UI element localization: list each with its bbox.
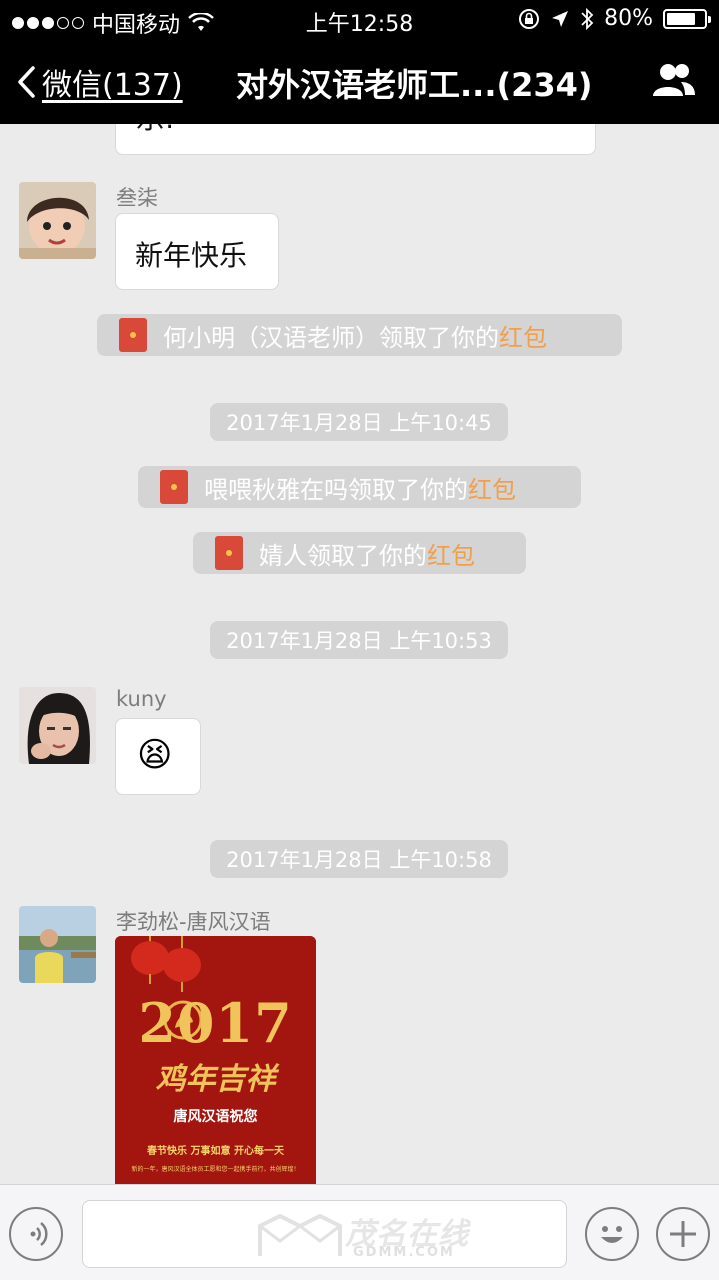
red-packet-icon: [215, 536, 243, 570]
status-bar: 中国移动 上午12:58 80%: [0, 0, 719, 40]
poster-greeting: 唐风汉语祝您: [173, 1109, 258, 1125]
avatar[interactable]: [19, 687, 96, 764]
sender-name: 李劲松-唐风汉语: [116, 910, 271, 934]
message-bubble[interactable]: 😫: [115, 718, 201, 795]
red-packet-notice: 喂喂秋雅在吗领取了你的 红包: [138, 466, 581, 508]
timestamp: 2017年1月28日 上午10:58: [210, 840, 508, 878]
emoji-button[interactable]: [585, 1207, 639, 1261]
notice-text: 何小明（汉语老师）领取了你的: [163, 323, 499, 352]
red-packet-notice: 婧人领取了你的 红包: [193, 532, 526, 574]
poster-small-text: 新的一年，唐风汉语全体员工愿和您一起携手前行，共创辉煌！: [131, 1166, 300, 1173]
image-message[interactable]: 2017 鸡年吉祥 唐风汉语祝您 春节快乐 万事如意 开心每一天 新的一年，唐风…: [115, 936, 316, 1184]
message-input[interactable]: 茂名在线 GDMM.COM: [82, 1200, 567, 1268]
battery-percent: 80%: [604, 6, 653, 31]
avatar[interactable]: [19, 906, 96, 983]
watermark-logo: [258, 1213, 342, 1256]
notice-text: 喂喂秋雅在吗领取了你的: [204, 475, 468, 504]
orientation-lock-icon: [519, 8, 540, 29]
red-packet-link[interactable]: 红包: [427, 536, 475, 571]
group-members-icon: [653, 64, 695, 96]
notice-text: 婧人领取了你的: [259, 541, 427, 570]
chat-message-list[interactable]: 乐! 叁柒 新年快乐 何小明（汉语老师）领取了你的 红包 2017年1月28日 …: [0, 124, 719, 1184]
timestamp: 2017年1月28日 上午10:53: [210, 621, 508, 659]
red-packet-link[interactable]: 红包: [499, 318, 547, 353]
red-packet-notice: 何小明（汉语老师）领取了你的 红包: [97, 314, 622, 356]
poster-wishes: 春节快乐 万事如意 开心每一天: [147, 1146, 284, 1157]
red-packet-icon: [119, 318, 147, 352]
back-button[interactable]: 微信(137): [16, 60, 183, 104]
sender-name: 叁柒: [116, 186, 158, 210]
location-arrow-icon: [552, 10, 569, 27]
chevron-left-icon: [18, 66, 35, 98]
message-text: 新年快乐: [135, 239, 248, 272]
bluetooth-icon: [581, 7, 594, 30]
poster-year: 2017: [138, 991, 293, 1055]
timestamp: 2017年1月28日 上午10:45: [210, 403, 508, 441]
input-bar: 茂名在线 GDMM.COM: [0, 1184, 719, 1280]
plus-icon: [670, 1221, 696, 1247]
red-packet-link[interactable]: 红包: [468, 470, 516, 505]
page-title: 对外汉语老师工...(234): [236, 66, 593, 104]
group-info-button[interactable]: [651, 62, 697, 102]
poster-headline: 鸡年吉祥: [155, 1062, 276, 1097]
smiley-icon: [601, 1226, 623, 1243]
sender-name: kuny: [116, 687, 167, 711]
avatar[interactable]: [19, 182, 96, 259]
watermark-subtext: GDMM.COM: [353, 1245, 455, 1260]
back-label: 微信(137): [42, 68, 183, 103]
voice-icon: [30, 1222, 48, 1246]
more-actions-button[interactable]: [656, 1207, 710, 1261]
red-packet-icon: [160, 470, 188, 504]
message-text: 乐!: [136, 124, 175, 137]
message-bubble[interactable]: 乐!: [115, 124, 596, 155]
battery-icon: [663, 8, 711, 29]
emoji-sticker: 😫: [137, 735, 173, 775]
nav-bar: 微信(137) 对外汉语老师工...(234): [0, 40, 719, 124]
voice-input-button[interactable]: [9, 1207, 63, 1261]
message-bubble[interactable]: 新年快乐: [115, 213, 279, 290]
